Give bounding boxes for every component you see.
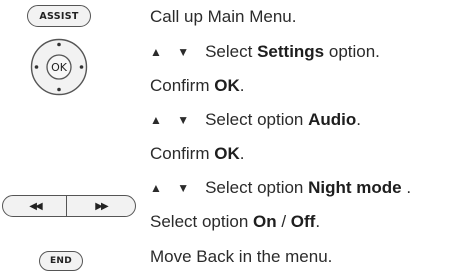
- assist-key[interactable]: ASSIST: [27, 5, 91, 27]
- step-select-audio: ▲ ▼ Select option Audio.: [150, 105, 361, 135]
- assist-key-label: ASSIST: [39, 10, 79, 22]
- step-text: Confirm: [150, 144, 215, 163]
- step-text: .: [315, 212, 321, 231]
- step-text: Confirm: [150, 76, 215, 95]
- step-keyword: OK: [214, 76, 240, 95]
- step-text: Select option: [205, 110, 309, 129]
- step-text: .: [401, 178, 412, 197]
- step-text: Call up Main Menu.: [150, 7, 297, 26]
- pad-up-dot: [57, 42, 61, 47]
- step-keyword: Audio: [308, 110, 357, 129]
- ok-navigation-pad[interactable]: OK: [30, 38, 88, 96]
- step-select-on-off: Select option On / Off.: [150, 207, 320, 237]
- step-keyword: On: [253, 212, 277, 231]
- end-key[interactable]: END: [39, 251, 83, 271]
- step-text: .: [356, 110, 361, 129]
- step-text: Select: [205, 42, 258, 61]
- step-text: Select option: [205, 178, 309, 197]
- step-text: Move Back in the menu.: [150, 247, 333, 266]
- end-key-label: END: [49, 256, 73, 266]
- step-keyword: OK: [214, 144, 240, 163]
- step-text: Select option: [150, 212, 254, 231]
- step-select-settings: ▲ ▼ Select Settings option.: [150, 37, 380, 67]
- step-keyword: Settings: [257, 42, 325, 61]
- step-keyword: Night mode: [308, 178, 402, 197]
- remote-key-column: ASSIST OK ◀◀ ▶▶ END: [0, 0, 136, 276]
- pad-left-dot: [34, 65, 39, 69]
- step-select-night-mode: ▲ ▼ Select option Night mode .: [150, 173, 411, 203]
- step-call-main-menu: Call up Main Menu.: [150, 2, 296, 32]
- fast-forward-key[interactable]: ▶▶: [66, 195, 136, 217]
- ok-pad-graphic: OK: [30, 38, 88, 96]
- pad-down-dot: [57, 87, 61, 92]
- step-confirm-ok-2: Confirm OK.: [150, 139, 244, 169]
- step-text: /: [276, 212, 291, 231]
- ok-key-label: OK: [51, 61, 68, 74]
- step-confirm-ok-1: Confirm OK.: [150, 71, 244, 101]
- pad-right-dot: [79, 65, 84, 69]
- rewind-icon: ◀◀: [29, 200, 42, 212]
- step-text: .: [239, 144, 245, 163]
- rewind-key[interactable]: ◀◀: [2, 195, 68, 217]
- up-down-arrows-icon: ▲ ▼: [150, 45, 196, 59]
- step-text: .: [239, 76, 245, 95]
- step-move-back: Move Back in the menu.: [150, 242, 332, 272]
- fast-forward-icon: ▶▶: [95, 200, 108, 212]
- up-down-arrows-icon: ▲ ▼: [150, 113, 196, 127]
- step-keyword: Off: [290, 212, 316, 231]
- manual-page: ASSIST OK ◀◀ ▶▶ END Call up Main Menu. ▲…: [0, 0, 467, 276]
- up-down-arrows-icon: ▲ ▼: [150, 181, 196, 195]
- step-text: option.: [324, 42, 380, 61]
